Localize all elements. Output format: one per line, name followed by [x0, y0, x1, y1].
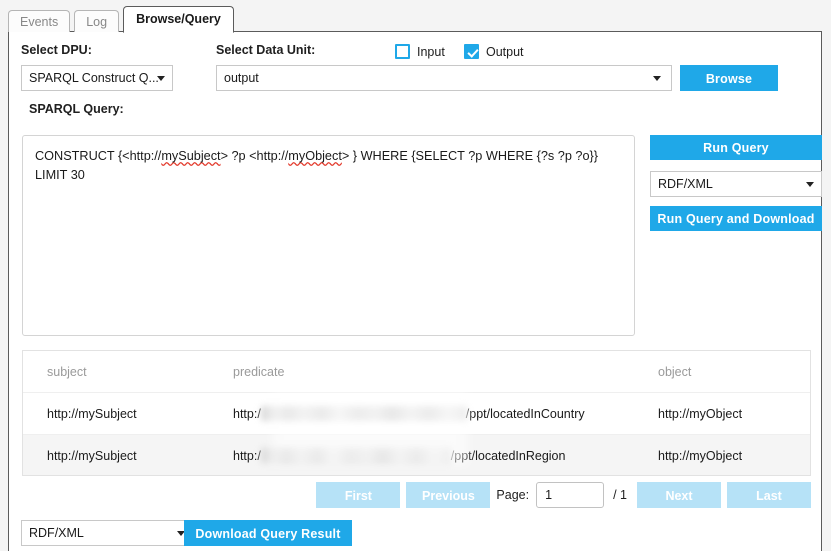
checkbox-box-output [464, 44, 479, 59]
run-format-select[interactable]: RDF/XML [650, 171, 822, 197]
query-line1-spell-object: myObject [288, 149, 342, 163]
tab-browse-query[interactable]: Browse/Query [123, 6, 234, 33]
browse-button[interactable]: Browse [680, 65, 778, 91]
content-panel: Select DPU: Select Data Unit: SPARQL Con… [8, 31, 822, 551]
run-format-select-value: RDF/XML [658, 177, 713, 191]
previous-page-button[interactable]: Previous [406, 482, 491, 508]
sparql-query-textarea[interactable]: CONSTRUCT {<http://mySubject> ?p <http:/… [22, 135, 635, 336]
query-line1-spell-subject: mySubject [161, 149, 221, 163]
chevron-down-icon [806, 182, 814, 187]
output-checkbox-label: Output [486, 44, 524, 59]
cell-predicate: http:/ /ppt/locatedInRegion [233, 448, 658, 463]
tab-events-label: Events [20, 15, 59, 29]
chevron-down-icon [157, 76, 165, 81]
dpu-select[interactable]: SPARQL Construct Q... [21, 65, 173, 91]
cell-subject: http://mySubject [47, 448, 137, 463]
total-pages-label: / 1 [613, 488, 627, 502]
query-section: CONSTRUCT {<http://mySubject> ?p <http:/… [9, 128, 822, 336]
cell-subject: http://mySubject [47, 406, 137, 421]
dpu-select-value: SPARQL Construct Q... [29, 71, 159, 85]
table-row[interactable]: http://mySubject http:/ /ppt/locatedInReg… [23, 435, 810, 475]
select-data-unit-label: Select Data Unit: [216, 43, 316, 57]
select-dpu-label: Select DPU: [21, 43, 92, 57]
input-checkbox[interactable]: Input [395, 44, 445, 59]
query-line2: LIMIT 30 [35, 168, 85, 182]
next-page-button[interactable]: Next [637, 482, 721, 508]
cell-predicate-suffix: /ppt/locatedInRegion [450, 449, 566, 463]
chevron-down-icon [653, 76, 661, 81]
sparql-query-text: CONSTRUCT {<http://mySubject> ?p <http:/… [35, 147, 622, 185]
query-line1-pre: CONSTRUCT {<http:// [35, 149, 162, 163]
download-format-select-value: RDF/XML [29, 526, 84, 540]
tab-log[interactable]: Log [74, 10, 120, 32]
page-label: Page: [496, 488, 530, 502]
tab-bar: Events Log Browse/Query [8, 5, 238, 33]
last-page-button[interactable]: Last [727, 482, 811, 508]
sparql-query-label: SPARQL Query: [29, 102, 124, 116]
column-header-subject: subject [47, 364, 87, 379]
browse-query-screen: Events Log Browse/Query Select DPU: Sele… [0, 0, 831, 551]
results-table: subject predicate object http://mySubjec… [22, 350, 811, 476]
first-page-button[interactable]: First [316, 482, 401, 508]
column-header-object: object [658, 364, 692, 379]
checkbox-box-input [395, 44, 410, 59]
data-unit-select-value: output [224, 71, 259, 85]
output-checkbox[interactable]: Output [464, 44, 524, 59]
input-checkbox-label: Input [417, 44, 445, 59]
table-row[interactable]: http://mySubject http:/ /ppt/locatedInCou… [23, 393, 810, 435]
download-format-select[interactable]: RDF/XML [21, 520, 193, 546]
run-query-button[interactable]: Run Query [650, 135, 822, 160]
pagination-bar: First Previous Page: / 1 Next Last [9, 480, 811, 510]
cell-predicate-suffix: /ppt/locatedInCountry [465, 407, 585, 421]
redacted-region [260, 406, 466, 421]
tab-log-label: Log [86, 15, 108, 29]
cell-predicate-prefix: http:/ [233, 449, 261, 463]
redacted-region [260, 448, 451, 463]
data-unit-select[interactable]: output [216, 65, 672, 91]
cell-predicate: http:/ /ppt/locatedInCountry [233, 406, 658, 421]
tab-events[interactable]: Events [8, 10, 71, 32]
cell-object: http://myObject [658, 406, 743, 421]
download-query-result-button[interactable]: Download Query Result [184, 520, 352, 546]
run-query-and-download-button[interactable]: Run Query and Download [650, 206, 822, 231]
column-header-predicate: predicate [233, 364, 285, 379]
cell-object: http://myObject [658, 448, 743, 463]
query-line1-post: > } WHERE {SELECT ?p WHERE {?s ?p ?o}} [341, 149, 598, 163]
tab-browse-query-label: Browse/Query [136, 12, 221, 26]
page-number-input[interactable] [536, 482, 605, 508]
table-header-row: subject predicate object [23, 351, 810, 393]
query-line1-mid: > ?p <http:// [220, 149, 289, 163]
cell-predicate-prefix: http:/ [233, 407, 261, 421]
